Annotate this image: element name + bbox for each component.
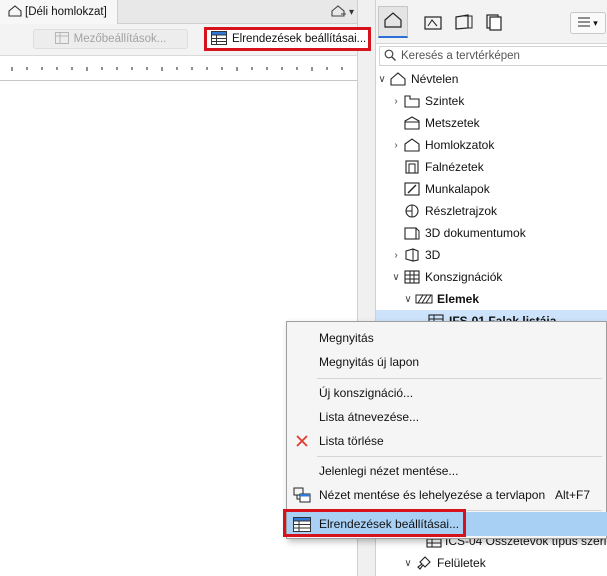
tab-layout-book[interactable] <box>450 10 478 36</box>
menu-item-jelenlegi-nezet-mentese[interactable]: Jelenlegi nézet mentése... <box>287 459 607 483</box>
hatch-icon <box>414 290 434 308</box>
tree-item-elemek[interactable]: ∨ Elemek <box>376 288 607 310</box>
view-options[interactable]: ▾ <box>331 0 357 24</box>
tree-label: 3D <box>425 248 441 262</box>
collapse-chevron-icon[interactable]: ∨ <box>376 74 388 85</box>
layout-book-icon <box>454 13 474 34</box>
tree-item-munkalapok[interactable]: Munkalapok <box>376 178 607 200</box>
menu-item-elrendezesek-beallitasai[interactable]: Elrendezések beállításai... <box>283 509 607 537</box>
brush-icon <box>414 554 434 572</box>
expand-chevron-icon[interactable]: › <box>390 96 402 107</box>
view-tab-bar: [Déli homlokzat] ▾ <box>0 0 357 24</box>
field-settings-button[interactable]: Mezőbeállítások... <box>33 29 188 49</box>
view-tab-title: [Déli homlokzat] <box>25 6 107 18</box>
menu-separator <box>317 456 602 457</box>
tab-publisher-sets[interactable] <box>480 10 508 36</box>
section-icon <box>402 114 422 132</box>
save-place-view-icon <box>292 485 312 505</box>
expand-chevron-icon[interactable]: › <box>390 140 402 151</box>
3d-icon <box>402 246 422 264</box>
tree-item-falnezetek[interactable]: Falnézetek <box>376 156 607 178</box>
tree-label: Munkalapok <box>425 182 490 196</box>
layout-settings-label: Elrendezések beállításai... <box>232 33 367 45</box>
context-menu: Megnyitás Megnyitás új lapon Új konszign… <box>283 321 607 539</box>
elevation-view-icon <box>331 4 347 20</box>
horizontal-ruler <box>0 57 357 81</box>
menu-item-lista-torlese[interactable]: Lista törlése <box>287 429 607 453</box>
dropdown-arrow-icon: ▾ <box>593 17 598 28</box>
tree-label: Felületek <box>437 556 486 570</box>
publisher-icon <box>484 13 504 34</box>
tree-label: Részletrajzok <box>425 204 498 218</box>
layout-settings-icon <box>211 30 227 48</box>
collapse-chevron-icon[interactable]: ∨ <box>390 272 402 283</box>
tree-label: Falnézetek <box>425 160 484 174</box>
collapse-chevron-icon[interactable]: ∨ <box>402 558 414 569</box>
floor-plan-icon <box>402 92 422 110</box>
delete-x-icon <box>292 431 312 451</box>
view-tab-deli-homlokzat[interactable]: [Déli homlokzat] <box>0 0 118 24</box>
menu-item-uj-konszignacio[interactable]: Új konszignáció... <box>287 381 607 405</box>
menu-shortcut: Alt+F7 <box>555 488 591 502</box>
tree-label: Szintek <box>425 94 465 108</box>
field-settings-icon <box>54 31 69 47</box>
tree-item-homlokzatok[interactable]: › Homlokzatok <box>376 134 607 156</box>
expand-chevron-icon[interactable]: › <box>390 250 402 261</box>
tree-label: Konszignációk <box>425 270 503 284</box>
house-icon <box>388 70 408 88</box>
tree-item-nevtelen[interactable]: ∨ Névtelen <box>376 68 607 90</box>
search-icon <box>384 49 396 64</box>
menu-item-megnyitas[interactable]: Megnyitás <box>287 326 607 350</box>
tree-label: Metszetek <box>425 116 480 130</box>
tree-item-metszetek[interactable]: Metszetek <box>376 112 607 134</box>
elevation-icon <box>402 136 422 154</box>
collapse-chevron-icon[interactable]: ∨ <box>402 294 414 305</box>
layout-toolbar: Mezőbeállítások... Elrendezések beállítá… <box>0 24 371 56</box>
tree-label: Homlokzatok <box>425 138 495 152</box>
navigator-menu-button[interactable]: ▾ <box>570 12 606 34</box>
house-icon <box>384 12 402 31</box>
worksheet-icon <box>402 180 422 198</box>
layout-settings-button[interactable]: Elrendezések beállításai... <box>204 27 371 51</box>
hamburger-icon <box>578 17 591 29</box>
dropdown-arrow-icon: ▾ <box>349 6 355 18</box>
menu-separator <box>317 378 602 379</box>
layout-settings-icon <box>292 514 312 534</box>
menu-item-nezet-mentese-lehelyezese[interactable]: Nézet mentése és lehelyezése a tervlapon… <box>287 483 607 507</box>
tree-item-reszletrajzok[interactable]: Részletrajzok <box>376 200 607 222</box>
tree-item-feluletek[interactable]: ∨ Felületek <box>376 552 607 574</box>
interior-elevation-icon <box>402 158 422 176</box>
tree-item-szintek[interactable]: › Szintek <box>376 90 607 112</box>
tree-label: 3D dokumentumok <box>425 226 526 240</box>
detail-icon <box>402 202 422 220</box>
navigator-tabs: ▾ <box>376 0 607 44</box>
3d-document-icon <box>402 224 422 242</box>
search-placeholder: Keresés a tervtérképen <box>401 50 520 62</box>
tree-item-3d[interactable]: › 3D <box>376 244 607 266</box>
view-map-icon <box>424 13 444 34</box>
menu-separator <box>317 510 602 511</box>
tree-item-konszignaciok[interactable]: ∨ Konszignációk <box>376 266 607 288</box>
elevation-icon <box>8 4 22 20</box>
field-settings-label: Mezőbeállítások... <box>73 33 167 45</box>
tab-view-map[interactable] <box>420 10 448 36</box>
menu-item-lista-atnevezese[interactable]: Lista átnevezése... <box>287 405 607 429</box>
menu-item-megnyitas-uj-lapon[interactable]: Megnyitás új lapon <box>287 350 607 374</box>
tree-label: Névtelen <box>411 72 459 86</box>
tree-label: Elemek <box>437 292 480 306</box>
tab-project-map[interactable] <box>378 6 408 38</box>
schedule-icon <box>402 268 422 286</box>
navigator-search[interactable]: Keresés a tervtérképen <box>379 46 607 66</box>
tree-item-3d-dokumentumok[interactable]: 3D dokumentumok <box>376 222 607 244</box>
